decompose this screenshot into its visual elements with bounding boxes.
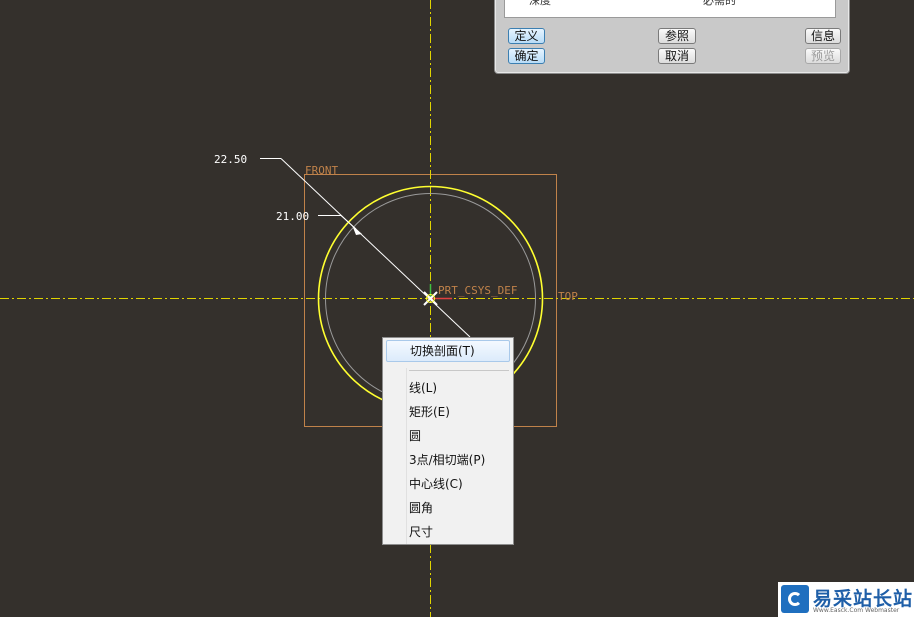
menu-item-3point-arc[interactable]: 3点/相切端(P) [386, 449, 510, 471]
csys-label: PRT_CSYS_DEF [438, 284, 517, 297]
front-plane-label: FRONT [305, 164, 338, 177]
option-name: 深度 [529, 0, 551, 7]
dim-outer-text[interactable]: 22.50 [214, 153, 247, 166]
menu-item-circle[interactable]: 圆 [386, 425, 510, 447]
ok-button[interactable]: 确定 [508, 48, 545, 64]
feature-dialog: 深度 必需的 定义 参照 信息 确定 取消 预览 [494, 0, 850, 74]
menu-item-line[interactable]: 线(L) [386, 377, 510, 399]
menu-item-fillet[interactable]: 圆角 [386, 497, 510, 519]
site-logo-icon [781, 585, 809, 613]
dim-inner-text[interactable]: 21.00 [276, 210, 309, 223]
menu-separator [409, 370, 509, 371]
dim-diagonal-line [280, 158, 471, 338]
menu-item-rectangle[interactable]: 矩形(E) [386, 401, 510, 423]
info-button[interactable]: 信息 [805, 28, 841, 44]
cancel-button[interactable]: 取消 [658, 48, 696, 64]
menu-item-centerline[interactable]: 中心线(C) [386, 473, 510, 495]
context-menu: 切换剖面(T) 线(L) 矩形(E) 圆 3点/相切端(P) 中心线(C) 圆角… [382, 337, 514, 545]
watermark: 易采站长站 Www.Easck.Com Webmaster [778, 582, 914, 617]
define-button[interactable]: 定义 [508, 28, 545, 44]
menu-item-toggle-section[interactable]: 切换剖面(T) [386, 340, 510, 362]
preview-button[interactable]: 预览 [805, 48, 841, 64]
top-plane-label: TOP [558, 290, 578, 303]
references-button[interactable]: 参照 [658, 28, 696, 44]
option-status: 必需的 [703, 0, 736, 7]
option-list[interactable]: 深度 必需的 [504, 0, 836, 18]
watermark-sub: Www.Easck.Com Webmaster [813, 607, 900, 614]
dim-arrow [352, 225, 362, 235]
menu-item-dimension[interactable]: 尺寸 [386, 521, 510, 543]
